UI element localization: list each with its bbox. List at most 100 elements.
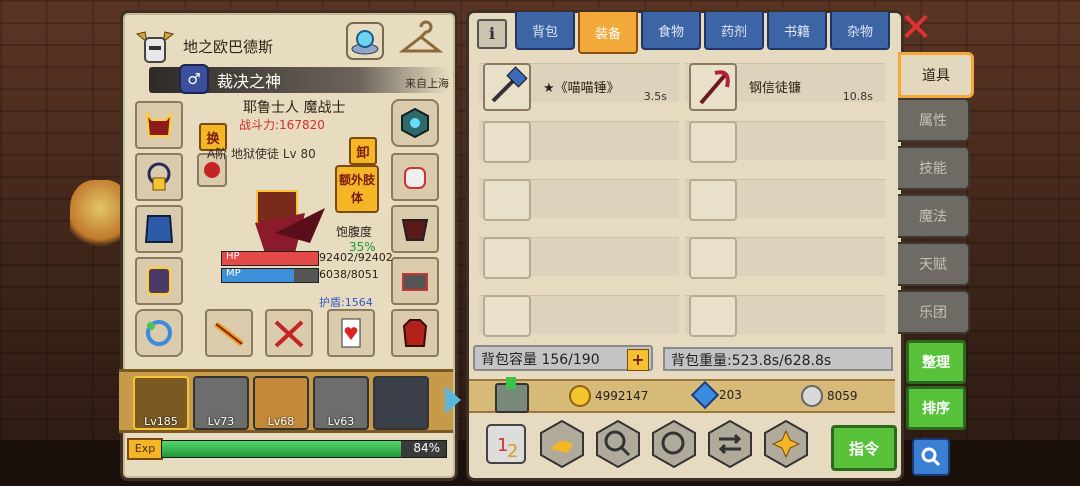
hanger-icon[interactable] [399,19,443,63]
boots-slot[interactable] [135,257,183,305]
empty-slot[interactable] [685,121,885,167]
bag-download-icon[interactable] [495,377,529,413]
empty-slot[interactable] [685,179,885,225]
mp-label: MP [226,268,241,279]
cloak-slot[interactable] [135,205,183,253]
exp-fill [162,441,401,457]
winged-helmet-icon [135,31,175,63]
swap-arrows-icon[interactable] [705,419,755,469]
demon-helmet-icon [145,110,173,137]
item-weight: 3.5s [643,90,667,103]
expand-capacity-button[interactable]: + [627,349,649,371]
item-weight: 10.8s [842,90,873,103]
empty-slot[interactable] [685,295,885,341]
member-level: Lv68 [267,415,295,428]
empty-slot[interactable] [685,237,885,283]
sort-button[interactable]: 排序 [906,386,966,430]
ring-slot[interactable] [135,309,183,357]
tab-food[interactable]: 食物 [641,12,701,50]
silver-value: 8059 [827,389,858,403]
weight-total: 背包重量:523.8s/628.8s [663,347,893,371]
amulet-icon [147,162,171,191]
command-button[interactable]: 指令 [831,425,897,471]
tab-potion[interactable]: 药剂 [704,12,764,50]
search-icon[interactable] [649,419,699,469]
capacity-box: 背包容量 156/190 + [473,345,653,371]
cloak-icon [144,215,174,243]
party-member-empty[interactable] [373,376,429,430]
inventory-item[interactable]: ★《喵喵锤》 3.5s [479,63,679,111]
item-name: ★《喵喵锤》 [543,81,620,96]
bow-slot[interactable] [265,309,313,357]
close-icon[interactable]: ✕ [898,8,934,48]
empty-slot[interactable] [479,179,679,225]
hammer-icon [483,63,531,111]
tab-equipment[interactable]: 装备 [578,12,638,54]
pet-slot[interactable] [391,309,439,357]
hand-icon[interactable] [537,419,587,469]
demon-pet-icon [402,319,428,347]
member-level: Lv73 [207,415,235,428]
side-tab-items[interactable]: 道具 [898,52,974,98]
empty-slot[interactable] [479,237,679,283]
helmet-slot[interactable] [135,101,183,149]
exp-bar: 84% [161,440,447,458]
gauntlet-icon [404,167,426,189]
tab-misc[interactable]: 杂物 [830,12,890,50]
silver-coin-icon [801,385,823,407]
mp-value: 6038/8051 [319,268,379,281]
party-member[interactable]: Lv73 [193,376,249,430]
card-slot[interactable] [327,309,375,357]
capacity-text: 背包容量 156/190 [481,352,600,368]
unequip-button[interactable]: 卸 [349,137,377,165]
empty-slot[interactable] [479,295,679,341]
title-bar: ♂ 裁决之神 [149,64,449,94]
mech-weapon-icon [402,273,428,291]
search-button[interactable] [912,438,950,476]
info-button[interactable]: i [477,19,507,49]
tab-backpack[interactable]: 背包 [515,12,575,50]
side-tab-attributes[interactable]: 属性 [898,98,970,142]
origin-text: 来自上海 [405,77,449,90]
arrange-button[interactable]: 整理 [906,340,966,384]
diamond-icon [690,380,720,410]
amulet-slot[interactable] [135,153,183,201]
scroll-slot[interactable] [205,309,253,357]
weapon-slot[interactable] [391,257,439,305]
side-tab-talent[interactable]: 天赋 [898,242,970,286]
party-member[interactable]: Lv63 [313,376,369,430]
spiked-armor-icon [401,219,429,241]
number-swap-icon[interactable]: 1 2 [481,419,531,469]
gold-coin-icon [569,385,591,407]
exp-row: Exp 84% [123,437,449,460]
gem-value: 203 [719,388,742,402]
hp-bar: HP [221,251,319,266]
shield-slot[interactable] [391,99,439,147]
crystal-orb-icon[interactable] [343,19,387,63]
tab-books[interactable]: 书籍 [767,12,827,50]
search-icon [921,447,941,467]
belt-slot[interactable] [391,205,439,253]
exp-label: Exp [127,438,163,460]
empty-slot[interactable] [479,121,679,167]
inventory-item[interactable]: 钢信徒镰 10.8s [685,63,885,111]
silver-display: 8059 [801,385,858,407]
side-tab-skills[interactable]: 技能 [898,146,970,190]
armor-icon [147,267,171,295]
side-tab-magic[interactable]: 魔法 [898,194,970,238]
male-icon: ♂ [179,64,209,94]
shuriken-icon[interactable] [761,419,811,469]
side-tab-band[interactable]: 乐团 [898,290,970,334]
party-member[interactable]: Lv185 [133,376,189,430]
party-member[interactable]: Lv68 [253,376,309,430]
magnify-icon[interactable] [593,419,643,469]
next-arrow-icon[interactable] [445,386,461,414]
glove-slot[interactable] [391,153,439,201]
game-scene: 地之欧巴德斯 ♂ 裁决之神 来自上海 耶鲁士人 魔战士 战斗力:167820 换… [0,0,1080,486]
character-sprite [255,190,325,253]
red-orb-icon [204,162,220,178]
mp-bar: MP [221,268,319,283]
extra-limb-button[interactable]: 额外肢体 [335,165,379,213]
action-row: 1 2 指令 [481,419,897,471]
heart-card-icon [341,318,361,348]
